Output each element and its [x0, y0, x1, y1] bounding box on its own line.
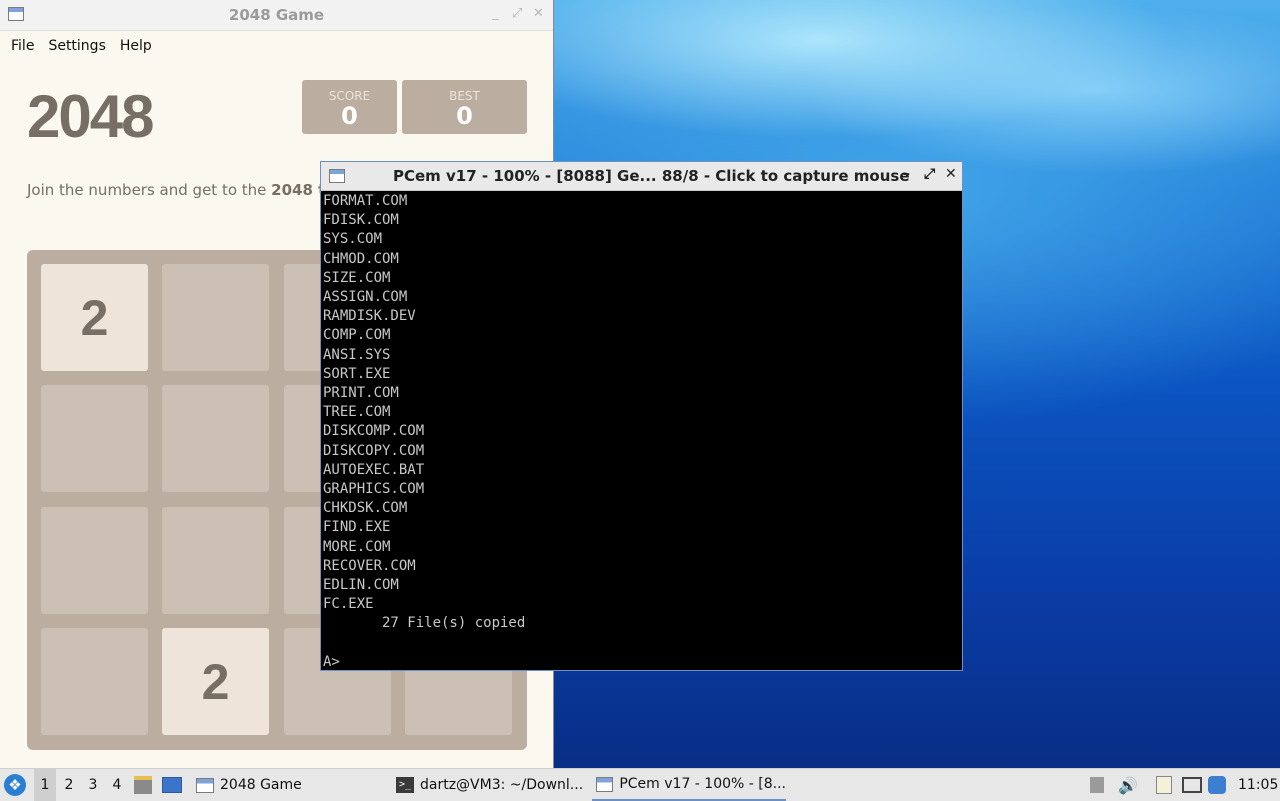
volume-icon: 🔊 — [1118, 775, 1138, 795]
console-line: DISKCOPY.COM — [323, 442, 425, 459]
best-label: BEST — [449, 89, 480, 103]
taskbar: ❖ 1 2 3 4 2048 Game >_ dartz@VM3: ~/Down… — [0, 768, 1280, 801]
tile-r1c2 — [162, 264, 269, 371]
game-window-title: 2048 Game — [228, 6, 325, 24]
console-line: EDLIN.COM — [323, 577, 399, 594]
console-line: 27 File(s) copied — [323, 615, 526, 632]
tile-r2c2 — [162, 385, 269, 492]
console-line: SORT.EXE — [323, 365, 391, 382]
console-line: CHMOD.COM — [323, 250, 399, 267]
emulator-screen[interactable]: FORMAT.COM FDISK.COM SYS.COM CHMOD.COM SIZE.… — [323, 192, 962, 670]
game-heading: 2048 — [27, 83, 154, 150]
menu-help[interactable]: Help — [113, 38, 159, 54]
restore-icon[interactable]: ⤢ — [924, 166, 935, 182]
console-line: MORE.COM — [323, 538, 391, 555]
clock[interactable]: 11:05 — [1238, 769, 1278, 801]
console-line: ANSI.SYS — [323, 346, 391, 363]
console-line: RECOVER.COM — [323, 557, 416, 574]
console-line: COMP.COM — [323, 327, 391, 344]
intro-prefix: Join the numbers and get to the — [27, 181, 272, 199]
best-box: BEST 0 — [402, 80, 527, 134]
task-pcem[interactable]: PCem v17 - 100% - [8... — [592, 769, 786, 801]
console-line: PRINT.COM — [323, 385, 399, 402]
tray-arrow-icon — [1090, 777, 1104, 793]
console-line: DISKCOMP.COM — [323, 423, 425, 440]
desktop-switch-3[interactable]: 3 — [82, 769, 104, 801]
minimize-icon[interactable]: _ — [492, 6, 499, 21]
score-value: 0 — [341, 102, 358, 130]
close-icon[interactable]: ✕ — [533, 6, 544, 21]
volume-control[interactable]: 🔊 — [1118, 769, 1138, 801]
tile-r1c1: 2 — [41, 264, 148, 371]
task-label: PCem v17 - 100% - [8... — [619, 776, 786, 792]
terminal-icon: >_ — [396, 777, 414, 793]
desktop-switch-2[interactable]: 2 — [58, 769, 80, 801]
clipboard-tray[interactable] — [1156, 769, 1172, 801]
tile-r4c1 — [41, 628, 148, 735]
window-app-icon — [596, 776, 614, 792]
network-tray[interactable] — [1182, 769, 1202, 801]
show-desktop-launcher[interactable] — [162, 769, 182, 801]
pcem-window[interactable]: PCem v17 - 100% - [8088] Ge... 88/8 - Cl… — [320, 161, 963, 671]
task-terminal[interactable]: >_ dartz@VM3: ~/Downl... — [392, 769, 588, 801]
clipboard-icon — [1156, 776, 1172, 794]
tile-r4c2: 2 — [162, 628, 269, 735]
task-2048-game[interactable]: 2048 Game — [192, 769, 388, 801]
best-value: 0 — [456, 102, 473, 130]
console-line: ASSIGN.COM — [323, 289, 408, 306]
score-label: SCORE — [328, 89, 371, 103]
start-menu-icon: ❖ — [4, 774, 26, 796]
game-menubar: File Settings Help — [0, 31, 553, 61]
console-line: FDISK.COM — [323, 212, 399, 229]
console-line: FORMAT.COM — [323, 193, 408, 209]
desktop-switch-1[interactable]: 1 — [34, 769, 56, 801]
minimize-icon[interactable]: – — [903, 166, 910, 182]
intro-text: Join the numbers and get to the 2048 til… — [27, 181, 346, 199]
tile-r3c2 — [162, 507, 269, 614]
console-line: GRAPHICS.COM — [323, 481, 425, 498]
start-menu-button[interactable]: ❖ — [4, 769, 26, 801]
console-line: RAMDISK.DEV — [323, 308, 416, 325]
console-line: SYS.COM — [323, 231, 383, 248]
desktop-switch-4[interactable]: 4 — [106, 769, 128, 801]
network-icon — [1182, 777, 1202, 793]
show-desktop-icon — [162, 777, 182, 793]
console-line: AUTOEXEC.BAT — [323, 461, 425, 478]
console-line: FIND.EXE — [323, 519, 391, 536]
close-icon[interactable]: ✕ — [945, 166, 957, 182]
game-window-titlebar[interactable]: 2048 Game _ ⤢ ✕ — [0, 0, 553, 31]
tile-r3c1 — [41, 507, 148, 614]
tile-r2c1 — [41, 385, 148, 492]
pcem-titlebar[interactable]: PCem v17 - 100% - [8088] Ge... 88/8 - Cl… — [321, 162, 962, 191]
maximize-icon[interactable]: ⤢ — [512, 6, 522, 21]
update-icon — [1208, 776, 1226, 794]
console-line: SIZE.COM — [323, 269, 391, 286]
window-app-icon — [329, 169, 345, 183]
window-app-icon — [196, 777, 214, 793]
console-line: A> — [323, 653, 340, 670]
menu-file[interactable]: File — [4, 38, 41, 54]
console-line: TREE.COM — [323, 404, 391, 421]
menu-settings[interactable]: Settings — [41, 38, 112, 54]
console-line: CHKDSK.COM — [323, 500, 408, 517]
update-notifier[interactable] — [1208, 769, 1226, 801]
pcem-window-title: PCem v17 - 100% - [8088] Ge... 88/8 - Cl… — [393, 167, 910, 185]
score-box: SCORE 0 — [302, 80, 397, 134]
task-label: dartz@VM3: ~/Downl... — [420, 777, 584, 793]
tray-show-hidden[interactable] — [1090, 769, 1104, 801]
task-label: 2048 Game — [220, 777, 302, 793]
file-manager-launcher[interactable] — [134, 769, 152, 801]
console-line: FC.EXE — [323, 596, 374, 613]
file-manager-icon — [134, 776, 152, 794]
